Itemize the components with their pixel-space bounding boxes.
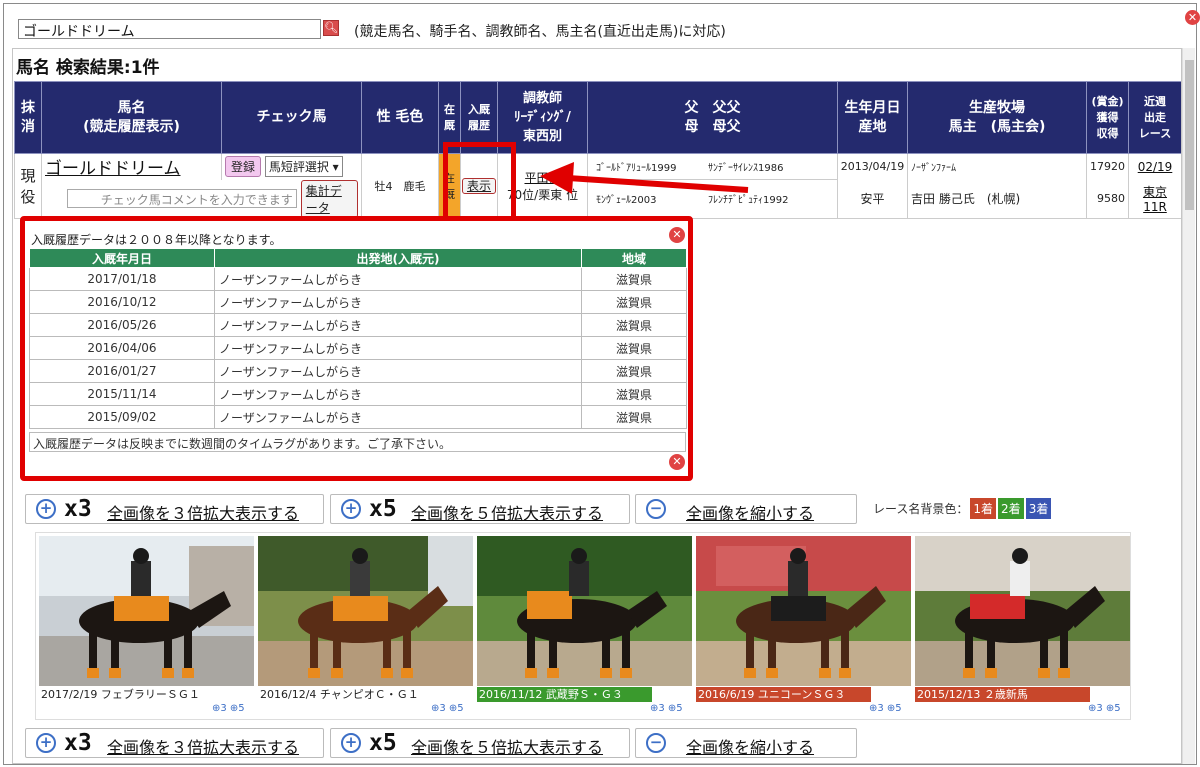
col-farm: 生産牧場 馬主 (馬主会) [907, 81, 1087, 154]
prize-earned: 17920 [1086, 153, 1129, 180]
history-header: 入厩年月日 出発地(入厩元) 地域 [29, 248, 687, 268]
farm-name: ﾉｰｻﾞﾝﾌｧｰﾑ [907, 153, 1087, 180]
col-check: チェック馬 [221, 81, 362, 154]
close-icon[interactable]: ✕ [669, 227, 685, 243]
col-prize: (賞金) 獲得 収得 [1086, 81, 1129, 154]
close-icon[interactable]: ✕ [669, 454, 685, 470]
summary-data-button[interactable]: 集計データ [300, 179, 358, 218]
horse-search-input[interactable]: ゴールドドリーム [18, 19, 321, 40]
entry-history-cell: 表示 [460, 153, 498, 219]
photo-caption: 2017/2/19 フェブラリーＳＧ１ [41, 688, 200, 701]
zoom-x3-button[interactable]: + x3 全画像を３倍拡大表示する [25, 494, 324, 524]
col-entry-date: 入厩年月日 [29, 248, 215, 268]
scrollbar[interactable] [1182, 48, 1195, 764]
photo-caption: 2016/11/12 武蔵野Ｓ・Ｇ３ [477, 687, 652, 702]
table-row: チェック馬コメントを入力できます 集計データ ﾓﾝｳﾞｪｰﾙ2003 ﾌﾚﾝﾁﾃﾞ… [15, 179, 1181, 219]
photo-gallery: 2017/2/19 フェブラリーＳＧ１ ⊕3 ⊕5 2016/12/4 チャンピ… [35, 532, 1131, 720]
table-row: 現役 ゴールドドリーム 登録 馬短評選択 ▾ 牡4 鹿毛 在厩 表示 平田修 70… [14, 153, 1181, 219]
col-sex-color: 性 毛色 [361, 81, 439, 154]
scroll-thumb[interactable] [1185, 60, 1194, 210]
table-row: 2016/05/26 ノーザンファームしがらき 滋賀県 [29, 313, 687, 337]
zoom-x3-button[interactable]: + x3 全画像を３倍拡大表示する [25, 728, 324, 758]
col-recent: 近週 出走 レース [1128, 81, 1181, 154]
status-cell: 現役 [14, 153, 42, 219]
photo-caption: 2015/12/13 ２歳新馬 [915, 687, 1090, 702]
close-icon[interactable]: ✕ [1185, 10, 1200, 25]
table-row: 2015/11/14 ノーザンファームしがらき 滋賀県 [29, 382, 687, 406]
owner: 吉田 勝己氏 (札幌) [907, 179, 1087, 219]
result-title: 馬名 検索結果:1件 [16, 58, 160, 78]
recent-race-link[interactable]: 東京11R [1128, 179, 1181, 219]
dam-cell: ﾓﾝｳﾞｪｰﾙ2003 ﾌﾚﾝﾁﾃﾞﾋﾟｭﾃｨ1992 [587, 179, 838, 219]
sex-color: 牡4 鹿毛 [361, 153, 439, 219]
entry-history-table: 入厩年月日 出発地(入厩元) 地域 2017/01/18 ノーザンファームしがらき… [29, 248, 687, 429]
trainer-cell: 平田修 70位/栗東 位 [497, 153, 588, 219]
zoom-x5-button[interactable]: + x5 全画像を５倍拡大表示する [330, 728, 630, 758]
photo-zoom-icons[interactable]: ⊕3 ⊕5 [650, 703, 683, 714]
shrink-button[interactable]: − 全画像を縮小する [635, 728, 857, 758]
horse-name-link[interactable]: ゴールドドリーム [41, 153, 222, 180]
popup-footer: 入厩履歴データは反映までに数週間のタイムラグがあります。ご了承下さい。 [29, 432, 686, 452]
entry-history-popup: 入厩履歴データは２００８年以降となります。 ✕ 入厩年月日 出発地(入厩元) 地… [20, 216, 693, 481]
photo-caption: 2016/6/19 ユニコーンＳＧ３ [696, 687, 871, 702]
photo-zoom-icons[interactable]: ⊕3 ⊕5 [1088, 703, 1121, 714]
zoom-in-icon: + [341, 733, 361, 753]
search-hint: (競走馬名、騎手名、調教師名、馬主名(直近出走馬)に対応) [354, 24, 726, 40]
photo-zoom-icons[interactable]: ⊕3 ⊕5 [869, 703, 902, 714]
register-button[interactable]: 登録 [225, 156, 262, 178]
birthplace: 安平 [837, 179, 908, 219]
stable-status: 在厩 [438, 153, 461, 219]
zoom-x5-button[interactable]: + x5 全画像を５倍拡大表示する [330, 494, 630, 524]
horse-result-table: 抹消 馬名 (競走履歴表示) チェック馬 性 毛色 在厩 入厩 履歴 調教師 ﾘｰﾃﾞ… [14, 81, 1181, 219]
check-cell: 登録 馬短評選択 ▾ [221, 153, 362, 180]
horse-photo[interactable] [915, 536, 1130, 686]
zoom-in-icon: + [36, 733, 56, 753]
col-stable: 在厩 [438, 81, 461, 154]
zoom-out-icon: − [646, 733, 666, 753]
table-row: 2016/10/12 ノーザンファームしがらき 滋賀県 [29, 290, 687, 314]
horse-photo[interactable] [39, 536, 254, 686]
col-region: 地域 [581, 248, 687, 268]
recent-date-link[interactable]: 02/19 [1128, 153, 1181, 180]
col-name: 馬名 (競走履歴表示) [41, 81, 222, 154]
photo-caption: 2016/12/4 チャンピオＣ・Ｇ１ [260, 688, 419, 701]
col-trainer: 調教師 ﾘｰﾃﾞｨﾝｸﾞ/東西別 [497, 81, 588, 154]
search-icon[interactable]: 🔍︎ [323, 20, 339, 36]
shrink-button[interactable]: − 全画像を縮小する [635, 494, 857, 524]
comment-cell: チェック馬コメントを入力できます 集計データ [41, 179, 362, 219]
horse-photo[interactable] [696, 536, 911, 686]
photo-zoom-icons[interactable]: ⊕3 ⊕5 [212, 703, 245, 714]
zoom-in-icon: + [341, 499, 361, 519]
col-cancel: 抹消 [14, 81, 42, 154]
zoom-out-icon: − [646, 499, 666, 519]
zoom-in-icon: + [36, 499, 56, 519]
table-row: 2015/09/02 ノーザンファームしがらき 滋賀県 [29, 405, 687, 429]
popup-note: 入厩履歴データは２００８年以降となります。 [31, 233, 282, 247]
table-header-row: 抹消 馬名 (競走履歴表示) チェック馬 性 毛色 在厩 入厩 履歴 調教師 ﾘｰﾃﾞ… [14, 81, 1181, 154]
sire-cell: ｺﾞｰﾙﾄﾞｱﾘｭｰﾙ1999 ｻﾝﾃﾞｰｻｲﾚﾝｽ1986 [587, 153, 838, 180]
race-color-legend: レース名背景色： 1着 2着 3着 [873, 498, 1052, 519]
table-row: 2017/01/18 ノーザンファームしがらき 滋賀県 [29, 267, 687, 291]
col-origin: 出発地(入厩元) [214, 248, 582, 268]
birth-date: 2013/04/19 [837, 153, 908, 180]
col-birth: 生年月日 産地 [837, 81, 908, 154]
evaluation-select[interactable]: 馬短評選択 ▾ [264, 156, 343, 178]
check-comment-input[interactable]: チェック馬コメントを入力できます [67, 189, 297, 208]
col-pedigree: 父 父父母 母父 [587, 81, 838, 154]
horse-photo[interactable] [258, 536, 473, 686]
table-row: 2016/01/27 ノーザンファームしがらき 滋賀県 [29, 359, 687, 383]
horse-photo[interactable] [477, 536, 692, 686]
photo-zoom-icons[interactable]: ⊕3 ⊕5 [431, 703, 464, 714]
show-history-button[interactable]: 表示 [461, 178, 496, 195]
col-entry-history: 入厩 履歴 [460, 81, 498, 154]
table-row: 2016/04/06 ノーザンファームしがらき 滋賀県 [29, 336, 687, 360]
prize-collected: 9580 [1086, 179, 1129, 219]
